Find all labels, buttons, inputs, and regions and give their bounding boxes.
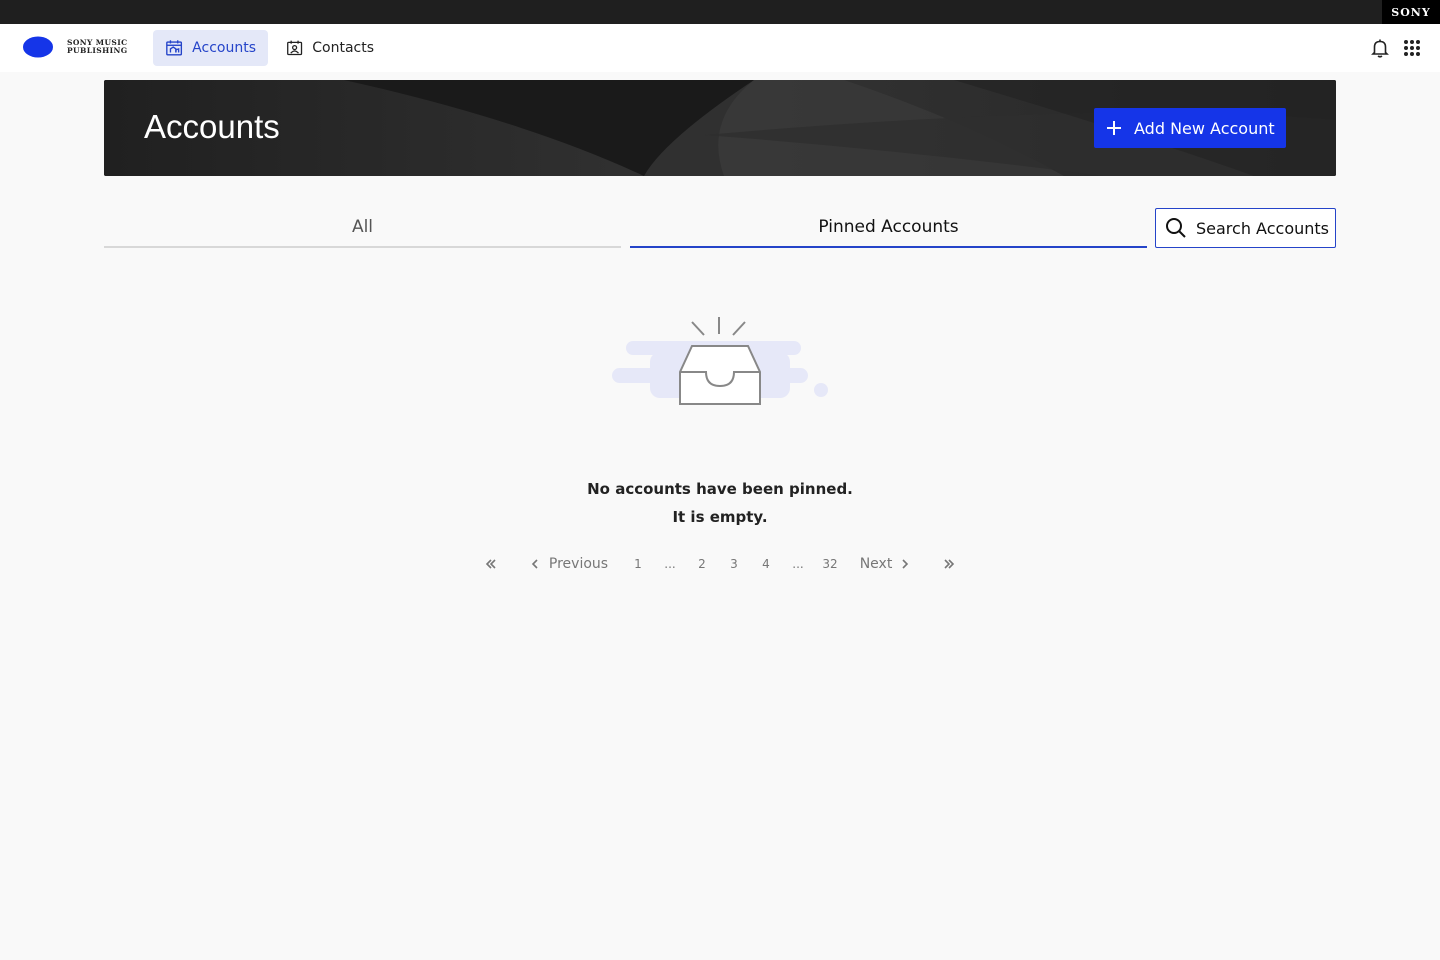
bell-icon[interactable] xyxy=(1370,38,1390,58)
nav-item-accounts[interactable]: Accounts xyxy=(153,30,268,66)
brand-text: SONY MUSIC PUBLISHING xyxy=(67,38,128,56)
double-chevron-right-icon xyxy=(944,559,955,569)
accounts-calendar-icon xyxy=(166,40,183,56)
empty-inbox-illustration xyxy=(612,317,828,405)
page-32[interactable]: 32 xyxy=(820,552,840,576)
page-title: Accounts xyxy=(144,108,280,145)
search-icon xyxy=(1166,218,1186,238)
previous-label: Previous xyxy=(548,556,609,572)
sony-logo: SONY xyxy=(1382,0,1440,24)
chevron-left-icon xyxy=(531,559,538,569)
page-ellipsis-2[interactable]: ... xyxy=(788,552,808,576)
add-new-account-button[interactable]: Add New Account xyxy=(1094,108,1286,148)
navbar: SONY MUSIC PUBLISHING Accounts Contacts xyxy=(0,24,1440,72)
page-4[interactable]: 4 xyxy=(756,552,776,576)
add-new-account-label: Add New Account xyxy=(1134,118,1275,138)
nav-item-contacts[interactable]: Contacts xyxy=(274,30,386,66)
previous-page-button[interactable]: Previous xyxy=(526,552,610,576)
page-1[interactable]: 1 xyxy=(628,552,648,576)
nav-item-contacts-label: Contacts xyxy=(312,40,374,56)
search-accounts-label: Search Accounts xyxy=(1196,218,1329,238)
brand-logo[interactable]: SONY MUSIC PUBLISHING xyxy=(22,35,128,59)
page-2[interactable]: 2 xyxy=(692,552,712,576)
chevron-right-icon xyxy=(902,559,909,569)
brand-mark-icon xyxy=(23,36,53,58)
tab-all[interactable]: All xyxy=(104,208,621,248)
next-label: Next xyxy=(859,556,893,572)
brand-line2: PUBLISHING xyxy=(67,46,128,55)
top-strip: SONY xyxy=(0,0,1440,24)
apps-grid-icon[interactable] xyxy=(1402,38,1422,58)
contact-card-icon xyxy=(287,40,303,56)
first-page-button[interactable] xyxy=(482,552,500,576)
search-accounts-button[interactable]: Search Accounts xyxy=(1155,208,1336,248)
next-page-button[interactable]: Next xyxy=(858,552,914,576)
page-ellipsis-1[interactable]: ... xyxy=(660,552,680,576)
plus-icon xyxy=(1107,121,1121,135)
page-header-banner: Accounts Add New Account xyxy=(104,80,1336,176)
nav-item-accounts-label: Accounts xyxy=(192,40,256,56)
tab-pinned-accounts[interactable]: Pinned Accounts xyxy=(630,208,1147,248)
page-3[interactable]: 3 xyxy=(724,552,744,576)
double-chevron-left-icon xyxy=(485,559,496,569)
empty-state-line1: No accounts have been pinned. xyxy=(587,480,853,498)
pagination: Previous 1 ... 2 3 4 ... 32 Next xyxy=(0,552,1440,576)
last-page-button[interactable] xyxy=(940,552,958,576)
empty-state-message: No accounts have been pinned. It is empt… xyxy=(520,475,920,531)
empty-state-line2: It is empty. xyxy=(672,508,768,526)
